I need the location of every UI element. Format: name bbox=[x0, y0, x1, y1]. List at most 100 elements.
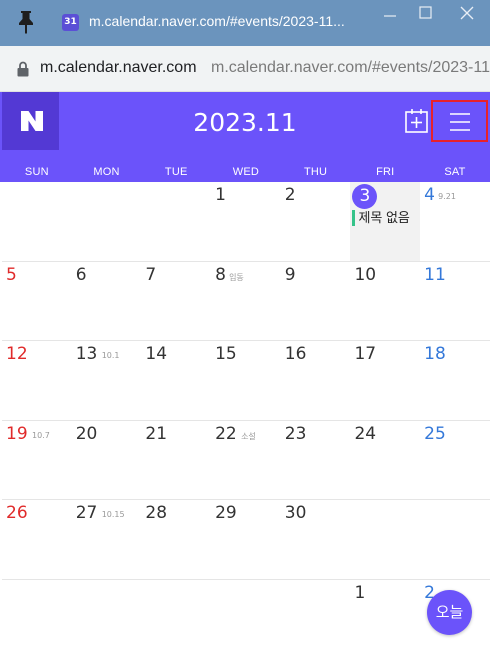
address-bar[interactable]: m.calendar.naver.com m.calendar.naver.co… bbox=[0, 46, 490, 92]
day-number: 11 bbox=[424, 264, 446, 285]
day-number: 22 bbox=[215, 423, 237, 444]
weekday-fri: FRI bbox=[376, 166, 395, 178]
lunar-date-label: 10.1 bbox=[101, 351, 120, 360]
day-cell[interactable]: 9 bbox=[281, 262, 351, 341]
day-number: 23 bbox=[284, 423, 307, 444]
day-cell[interactable] bbox=[281, 580, 351, 650]
weekday-mon: MON bbox=[93, 166, 120, 178]
naver-logo[interactable]: N bbox=[2, 92, 59, 150]
day-cell[interactable]: 2 bbox=[281, 182, 351, 261]
day-cell[interactable]: 27 10.15 bbox=[72, 500, 142, 579]
day-number: 5 bbox=[6, 264, 17, 285]
day-number: 4 bbox=[424, 185, 435, 205]
month-grid: 1 2 3 제목 없음 4 9.21 5 6 7 8 입동 9 10 11 12 13 10.1 14 15 16 17… bbox=[2, 182, 490, 650]
window-title-bar: 31 m.calendar.naver.com/#events/2023-11.… bbox=[0, 0, 490, 46]
day-number: 6 bbox=[75, 264, 87, 285]
day-number: 25 bbox=[424, 423, 446, 444]
day-number: 17 bbox=[354, 344, 377, 364]
day-cell[interactable]: 3 제목 없음 bbox=[350, 182, 421, 261]
day-cell[interactable]: 4 9.21 bbox=[420, 182, 490, 261]
close-icon[interactable] bbox=[446, 0, 486, 30]
calendar-favicon-icon: 31 bbox=[62, 14, 79, 31]
day-number: 9 bbox=[284, 264, 296, 285]
url-full: m.calendar.naver.com/#events/2023-11 bbox=[211, 59, 490, 76]
pin-icon[interactable] bbox=[16, 9, 36, 35]
day-cell[interactable]: 16 bbox=[281, 341, 351, 420]
day-cell[interactable]: 17 bbox=[350, 341, 420, 420]
lunar-date-label: 입동 bbox=[229, 272, 244, 282]
day-cell[interactable]: 24 bbox=[350, 421, 420, 500]
weekday-thu: THU bbox=[303, 166, 328, 178]
day-number: 29 bbox=[215, 503, 237, 523]
day-cell[interactable]: 7 bbox=[141, 262, 211, 341]
lunar-date-label: 소설 bbox=[241, 431, 256, 441]
calendar-header: 2023.11 N bbox=[0, 92, 490, 152]
maximize-icon[interactable] bbox=[406, 0, 446, 30]
today-button[interactable]: 오늘 bbox=[427, 590, 472, 635]
day-number: 13 bbox=[75, 344, 98, 364]
minimize-icon[interactable] bbox=[370, 0, 410, 30]
day-cell[interactable]: 13 10.1 bbox=[72, 341, 142, 420]
day-number: 20 bbox=[75, 423, 98, 444]
day-cell[interactable]: 8 입동 bbox=[211, 262, 281, 341]
day-number: 3 bbox=[359, 186, 371, 206]
day-cell[interactable]: 1 bbox=[350, 580, 420, 650]
weekday-sun: SUN bbox=[24, 166, 49, 178]
event-item[interactable]: 제목 없음 bbox=[352, 210, 410, 226]
day-number: 30 bbox=[284, 503, 307, 523]
day-cell[interactable]: 15 bbox=[211, 341, 281, 420]
day-cell[interactable]: 10 bbox=[350, 262, 420, 341]
lunar-date-label: 10.7 bbox=[32, 430, 50, 440]
day-cell[interactable]: 20 bbox=[72, 421, 142, 500]
day-cell[interactable]: 22 소설 bbox=[211, 421, 281, 500]
weekday-header: SUN MON TUE WED THU FRI SAT bbox=[0, 152, 490, 182]
weekday-sat: SAT bbox=[444, 166, 466, 178]
day-cell[interactable]: 11 bbox=[420, 262, 490, 341]
day-cell[interactable]: 5 bbox=[2, 262, 72, 341]
day-cell[interactable] bbox=[141, 182, 211, 261]
day-cell[interactable] bbox=[72, 182, 142, 261]
week-row: 12 13 10.1 14 15 16 17 18 bbox=[2, 341, 490, 421]
day-number: 21 bbox=[145, 423, 168, 444]
day-cell[interactable] bbox=[2, 182, 72, 261]
day-number: 8 bbox=[215, 264, 226, 285]
day-cell[interactable]: 30 bbox=[281, 500, 351, 579]
day-cell[interactable] bbox=[2, 580, 72, 650]
day-cell[interactable]: 1 bbox=[211, 182, 281, 261]
day-cell[interactable] bbox=[420, 500, 490, 579]
day-number: 10 bbox=[354, 264, 377, 285]
week-row: 12 bbox=[2, 580, 490, 650]
day-number: 7 bbox=[145, 264, 157, 285]
day-cell[interactable]: 6 bbox=[72, 262, 142, 341]
lunar-date-label: 9.21 bbox=[438, 192, 456, 201]
day-cell[interactable]: 29 bbox=[211, 500, 281, 579]
lock-icon[interactable] bbox=[17, 61, 29, 77]
hamburger-menu-icon bbox=[450, 113, 470, 131]
day-cell[interactable]: 25 bbox=[420, 421, 490, 500]
day-number: 27 bbox=[75, 503, 98, 523]
day-cell[interactable] bbox=[211, 580, 281, 650]
day-number: 14 bbox=[145, 344, 168, 364]
day-cell[interactable] bbox=[72, 580, 142, 650]
day-number: 15 bbox=[215, 344, 237, 364]
day-cell[interactable]: 21 bbox=[141, 421, 211, 500]
week-row: 26 27 10.15 28 29 30 bbox=[2, 500, 490, 580]
day-cell[interactable]: 26 bbox=[2, 500, 72, 579]
day-number: 28 bbox=[145, 503, 168, 523]
add-event-icon[interactable] bbox=[404, 108, 430, 134]
week-row: 19 10.7 20 21 22 소설 23 24 25 bbox=[2, 421, 490, 500]
naver-logo-icon: N bbox=[21, 111, 43, 131]
week-row: 1 2 3 제목 없음 4 9.21 bbox=[2, 182, 490, 262]
day-cell[interactable]: 28 bbox=[141, 500, 211, 579]
weekday-wed: WED bbox=[232, 166, 260, 178]
day-cell[interactable]: 14 bbox=[141, 341, 211, 420]
day-cell[interactable] bbox=[350, 500, 420, 579]
day-cell[interactable]: 19 10.7 bbox=[2, 421, 72, 500]
menu-button[interactable] bbox=[431, 100, 488, 142]
day-cell[interactable]: 23 bbox=[281, 421, 351, 500]
day-cell[interactable] bbox=[141, 580, 211, 650]
day-number: 26 bbox=[6, 503, 28, 523]
day-cell[interactable]: 18 bbox=[420, 341, 490, 420]
day-cell[interactable]: 12 bbox=[2, 341, 72, 420]
day-number: 1 bbox=[354, 582, 366, 603]
